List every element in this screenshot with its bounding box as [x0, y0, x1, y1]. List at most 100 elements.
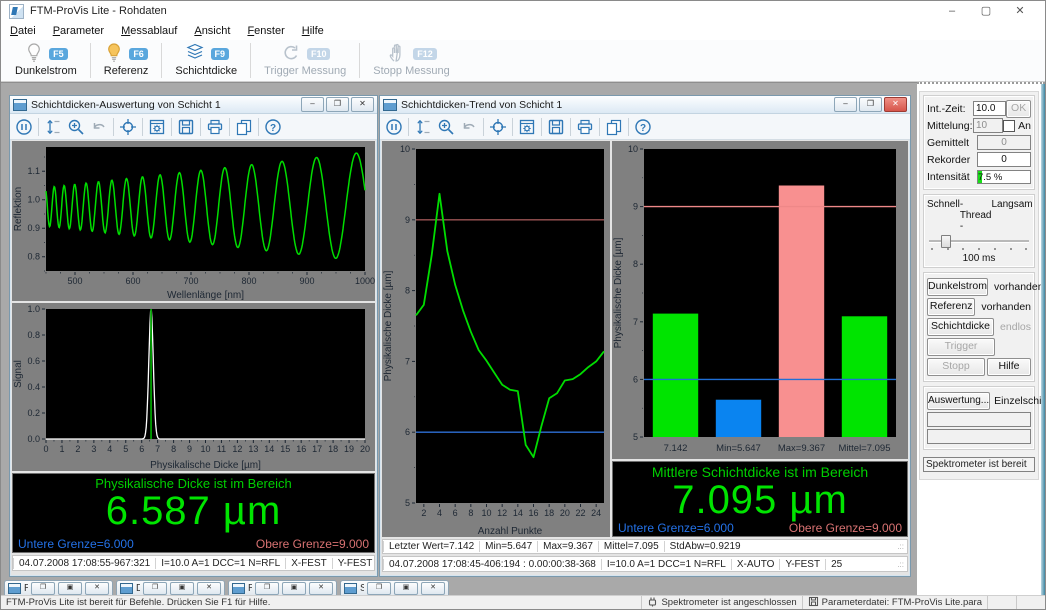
svg-text:500: 500: [67, 276, 82, 286]
slider-ticks: [931, 248, 1027, 252]
an-checkbox-label: An: [1018, 120, 1031, 132]
dunkelstrom-button[interactable]: F5 Dunkelstrom: [5, 40, 87, 81]
menu-messablauf[interactable]: Messablauf: [121, 25, 177, 37]
maximize-icon[interactable]: ▣: [58, 582, 82, 595]
mittelung-input[interactable]: 10: [973, 118, 1003, 133]
dunkelstrom-panel-button[interactable]: Dunkelstrom: [927, 278, 988, 296]
copy-icon[interactable]: [604, 117, 624, 137]
svg-text:6: 6: [633, 374, 638, 384]
resize-grip[interactable]: .::: [897, 542, 907, 551]
help-icon[interactable]: ?: [263, 117, 283, 137]
print-icon[interactable]: [205, 117, 225, 137]
toolbar-separator: [512, 118, 513, 136]
close-icon[interactable]: ✕: [85, 582, 109, 595]
chart-settings-icon[interactable]: [517, 117, 537, 137]
maximize-icon[interactable]: ▣: [170, 582, 194, 595]
menu-ansicht[interactable]: Ansicht: [194, 25, 230, 37]
svg-text:0: 0: [43, 444, 48, 454]
referenz-button[interactable]: F6 Referenz: [94, 40, 159, 81]
empty-field-2: [927, 429, 1031, 444]
close-icon[interactable]: ✕: [884, 97, 907, 112]
close-icon[interactable]: ✕: [351, 97, 374, 112]
svg-text:Anzahl Punkte: Anzahl Punkte: [478, 526, 543, 537]
toolbar-separator: [171, 118, 172, 136]
restore-icon[interactable]: ❐: [31, 582, 55, 595]
copy-icon[interactable]: [234, 117, 254, 137]
auswertung-window-titlebar[interactable]: Schichtdicken-Auswertung von Schicht 1 –…: [10, 96, 377, 114]
maximize-icon[interactable]: ▣: [282, 582, 306, 595]
close-icon[interactable]: ✕: [1003, 1, 1037, 21]
zoom-in-icon[interactable]: [436, 117, 456, 137]
restore-icon[interactable]: ❐: [859, 97, 882, 112]
minimize-icon[interactable]: –: [935, 1, 969, 21]
print-icon[interactable]: [575, 117, 595, 137]
maximize-icon[interactable]: ▣: [394, 582, 418, 595]
lower-limit-text: Untere Grenze=6.000: [18, 537, 134, 551]
referenz-panel-button[interactable]: Referenz: [927, 298, 975, 316]
maximize-icon[interactable]: ▢: [969, 1, 1003, 21]
svg-text:8: 8: [405, 286, 410, 296]
svg-text:1.0: 1.0: [27, 195, 40, 205]
toolbar-separator: [113, 118, 114, 136]
menu-parameter[interactable]: Parameter: [53, 25, 104, 37]
svg-text:5: 5: [123, 444, 128, 454]
svg-text:4: 4: [107, 444, 112, 454]
help-icon[interactable]: ?: [633, 117, 653, 137]
stop-hand-icon: [386, 42, 408, 67]
svg-text:Signal: Signal: [13, 360, 24, 388]
restore-icon[interactable]: ❐: [143, 582, 167, 595]
restore-icon[interactable]: ❐: [255, 582, 279, 595]
thickness-signal-chart[interactable]: 0.00.20.40.60.81.00123456789101112131415…: [12, 303, 375, 471]
svg-text:20: 20: [560, 508, 570, 518]
toolbar-separator: [483, 118, 484, 136]
trigger-messung-button: F10 Trigger Messung: [254, 40, 356, 81]
undo-icon[interactable]: [89, 117, 109, 137]
autoscale-icon[interactable]: [413, 117, 433, 137]
restore-icon[interactable]: ❐: [367, 582, 391, 595]
hilfe-button[interactable]: Hilfe: [987, 358, 1031, 376]
zoom-in-icon[interactable]: [66, 117, 86, 137]
crosshair-icon[interactable]: [118, 117, 138, 137]
svg-text:6: 6: [453, 508, 458, 518]
fkey-badge: F9: [211, 48, 230, 60]
restore-icon[interactable]: ❐: [326, 97, 349, 112]
status-segment: Y-FEST: [779, 559, 825, 570]
chart-settings-icon[interactable]: [147, 117, 167, 137]
schichtdicke-button[interactable]: F9 Schichtdicke: [165, 40, 247, 81]
close-icon[interactable]: ✕: [309, 582, 333, 595]
rekorder-field[interactable]: 0: [977, 152, 1031, 167]
schichtdicke-panel-button[interactable]: Schichtdicke: [927, 318, 994, 336]
resize-grip[interactable]: .::: [897, 560, 907, 569]
an-checkbox[interactable]: [1003, 120, 1015, 132]
menu-fenster[interactable]: Fenster: [247, 25, 284, 37]
undo-icon[interactable]: [459, 117, 479, 137]
autoscale-icon[interactable]: [43, 117, 63, 137]
speed-slider[interactable]: [929, 234, 1029, 247]
reflectance-chart[interactable]: 0.80.91.01.15006007008009001000Wellenlän…: [12, 141, 375, 301]
svg-text:0.2: 0.2: [27, 408, 40, 418]
summary-bars-chart[interactable]: 56789107.142Min=5.647Max=9.367Mittel=7.0…: [612, 141, 908, 459]
svg-text:9: 9: [187, 444, 192, 454]
toolbar-separator: [250, 43, 251, 78]
trend-window-titlebar[interactable]: Schichtdicken-Trend von Schicht 1 – ❐ ✕: [380, 96, 910, 114]
menu-datei[interactable]: Datei: [10, 25, 36, 37]
pause-icon[interactable]: [384, 117, 404, 137]
save-icon[interactable]: [176, 117, 196, 137]
close-icon[interactable]: ✕: [197, 582, 221, 595]
menu-hilfe[interactable]: Hilfe: [302, 25, 324, 37]
pause-icon[interactable]: [14, 117, 34, 137]
crosshair-icon[interactable]: [488, 117, 508, 137]
trend-chart[interactable]: 567891024681012141618202224Anzahl Punkte…: [382, 141, 610, 537]
svg-text:Physikalische Dicke [µm]: Physikalische Dicke [µm]: [613, 237, 624, 348]
slider-thumb[interactable]: [941, 235, 951, 248]
window-controls: – ▢ ✕: [935, 1, 1037, 21]
auswertung-button[interactable]: Auswertung...: [927, 392, 990, 410]
slider-label-thread: - Thread -: [960, 199, 992, 232]
minimize-icon[interactable]: –: [834, 97, 857, 112]
svg-text:Physikalische Dicke [µm]: Physikalische Dicke [µm]: [383, 270, 394, 381]
minimize-icon[interactable]: –: [301, 97, 324, 112]
save-icon[interactable]: [546, 117, 566, 137]
int-zeit-input[interactable]: 10.0: [973, 101, 1006, 116]
status-segment: Max=9.367: [537, 541, 598, 552]
close-icon[interactable]: ✕: [421, 582, 445, 595]
